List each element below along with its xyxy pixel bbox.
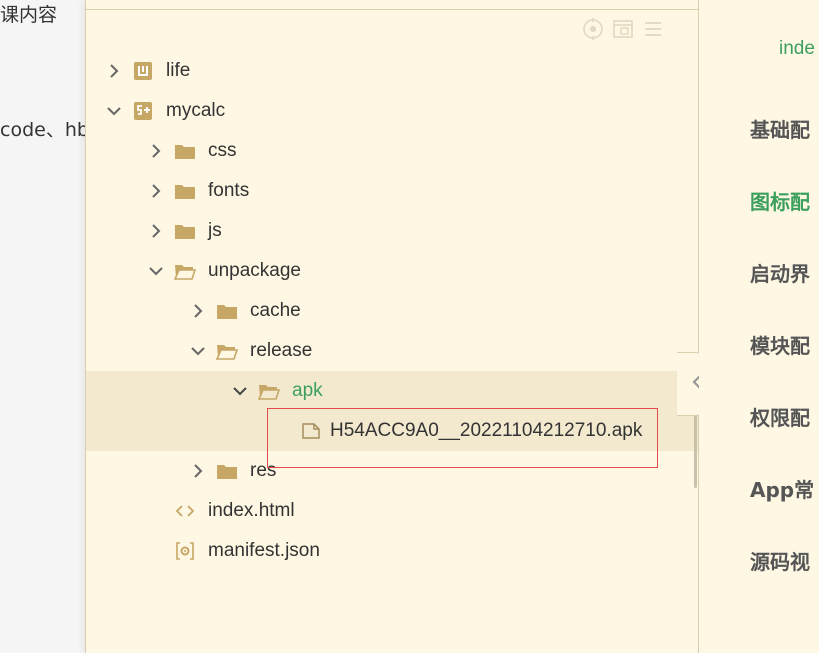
folder-icon xyxy=(216,301,238,321)
project-manager-panel: life mycalc css fonts js unpackage cache… xyxy=(85,0,819,653)
tree-item-index-html[interactable]: index.html xyxy=(86,491,698,531)
tree-item-js[interactable]: js xyxy=(86,211,698,251)
chevron-right-icon[interactable] xyxy=(106,63,122,79)
tree-item-unpackage[interactable]: unpackage xyxy=(86,251,698,291)
chevron-right-icon[interactable] xyxy=(148,143,164,159)
config-nav-app-common[interactable]: App常 xyxy=(750,474,814,503)
panel-toolbar xyxy=(581,17,665,41)
tree-item-label: H54ACC9A0__20221104212710.apk xyxy=(330,420,643,441)
folder-open-icon xyxy=(216,341,238,361)
tree-item-label: js xyxy=(208,220,222,241)
tree-item-mycalc[interactable]: mycalc xyxy=(86,91,698,131)
chevron-right-icon[interactable] xyxy=(190,463,206,479)
folder-icon xyxy=(174,141,196,161)
json-gear-file-icon xyxy=(174,541,196,561)
tree-item-label: manifest.json xyxy=(208,540,320,561)
5plus-project-icon xyxy=(132,101,154,121)
config-nav-permissions[interactable]: 权限配 xyxy=(750,402,810,431)
config-nav-basic[interactable]: 基础配 xyxy=(750,114,810,143)
chevron-right-icon[interactable] xyxy=(148,183,164,199)
window-icon[interactable] xyxy=(611,17,635,41)
tree-item-label: css xyxy=(208,140,237,161)
tree-item-release[interactable]: release xyxy=(86,331,698,371)
tree-item-label: res xyxy=(250,460,277,481)
folder-icon xyxy=(174,221,196,241)
editor-file-tab[interactable]: inde xyxy=(779,38,815,60)
folder-icon xyxy=(174,181,196,201)
tree-item-label: life xyxy=(166,60,191,81)
tree-item-cache[interactable]: cache xyxy=(86,291,698,331)
background-text-line: 课内容 xyxy=(0,4,58,26)
config-nav-modules[interactable]: 模块配 xyxy=(750,330,810,359)
tree-item-label: mycalc xyxy=(166,100,226,121)
target-icon[interactable] xyxy=(581,17,605,41)
background-text-line: code、hb xyxy=(0,119,89,141)
tree-item-label: fonts xyxy=(208,180,250,201)
tree-item-label: unpackage xyxy=(208,260,301,281)
chevron-down-icon[interactable] xyxy=(148,263,164,279)
tree-item-label: index.html xyxy=(208,500,295,521)
folder-icon xyxy=(216,461,238,481)
chevron-down-icon[interactable] xyxy=(106,103,122,119)
menu-icon[interactable] xyxy=(641,17,665,41)
chevron-right-icon[interactable] xyxy=(190,303,206,319)
tree-item-apk[interactable]: apk xyxy=(86,371,698,411)
file-tree: life mycalc css fonts js unpackage cache… xyxy=(86,51,698,571)
config-nav-splash[interactable]: 启动界 xyxy=(750,258,810,287)
chevron-down-icon[interactable] xyxy=(232,383,248,399)
tree-item-label: apk xyxy=(292,380,323,401)
tree-item-manifest-json[interactable]: manifest.json xyxy=(86,531,698,571)
chevron-down-icon[interactable] xyxy=(190,343,206,359)
folder-open-icon xyxy=(258,381,280,401)
chevron-right-icon[interactable] xyxy=(148,223,164,239)
tree-item-fonts[interactable]: fonts xyxy=(86,171,698,211)
config-nav-source-view[interactable]: 源码视 xyxy=(750,546,810,575)
file-icon xyxy=(300,421,322,441)
config-nav-icon[interactable]: 图标配 xyxy=(750,186,810,215)
background-document: 课内容 code、hb xyxy=(0,0,90,653)
tree-item-label: release xyxy=(250,340,313,361)
manifest-config-panel: inde 基础配 图标配 启动界 模块配 权限配 App常 源码视 xyxy=(699,0,819,653)
html-file-icon xyxy=(174,501,196,521)
tree-item-apk-file[interactable]: H54ACC9A0__20221104212710.apk xyxy=(86,411,698,451)
tree-item-label: cache xyxy=(250,300,301,321)
tree-item-res[interactable]: res xyxy=(86,451,698,491)
tree-item-life[interactable]: life xyxy=(86,51,698,91)
uniapp-project-icon xyxy=(132,61,154,81)
tree-item-css[interactable]: css xyxy=(86,131,698,171)
folder-open-icon xyxy=(174,261,196,281)
